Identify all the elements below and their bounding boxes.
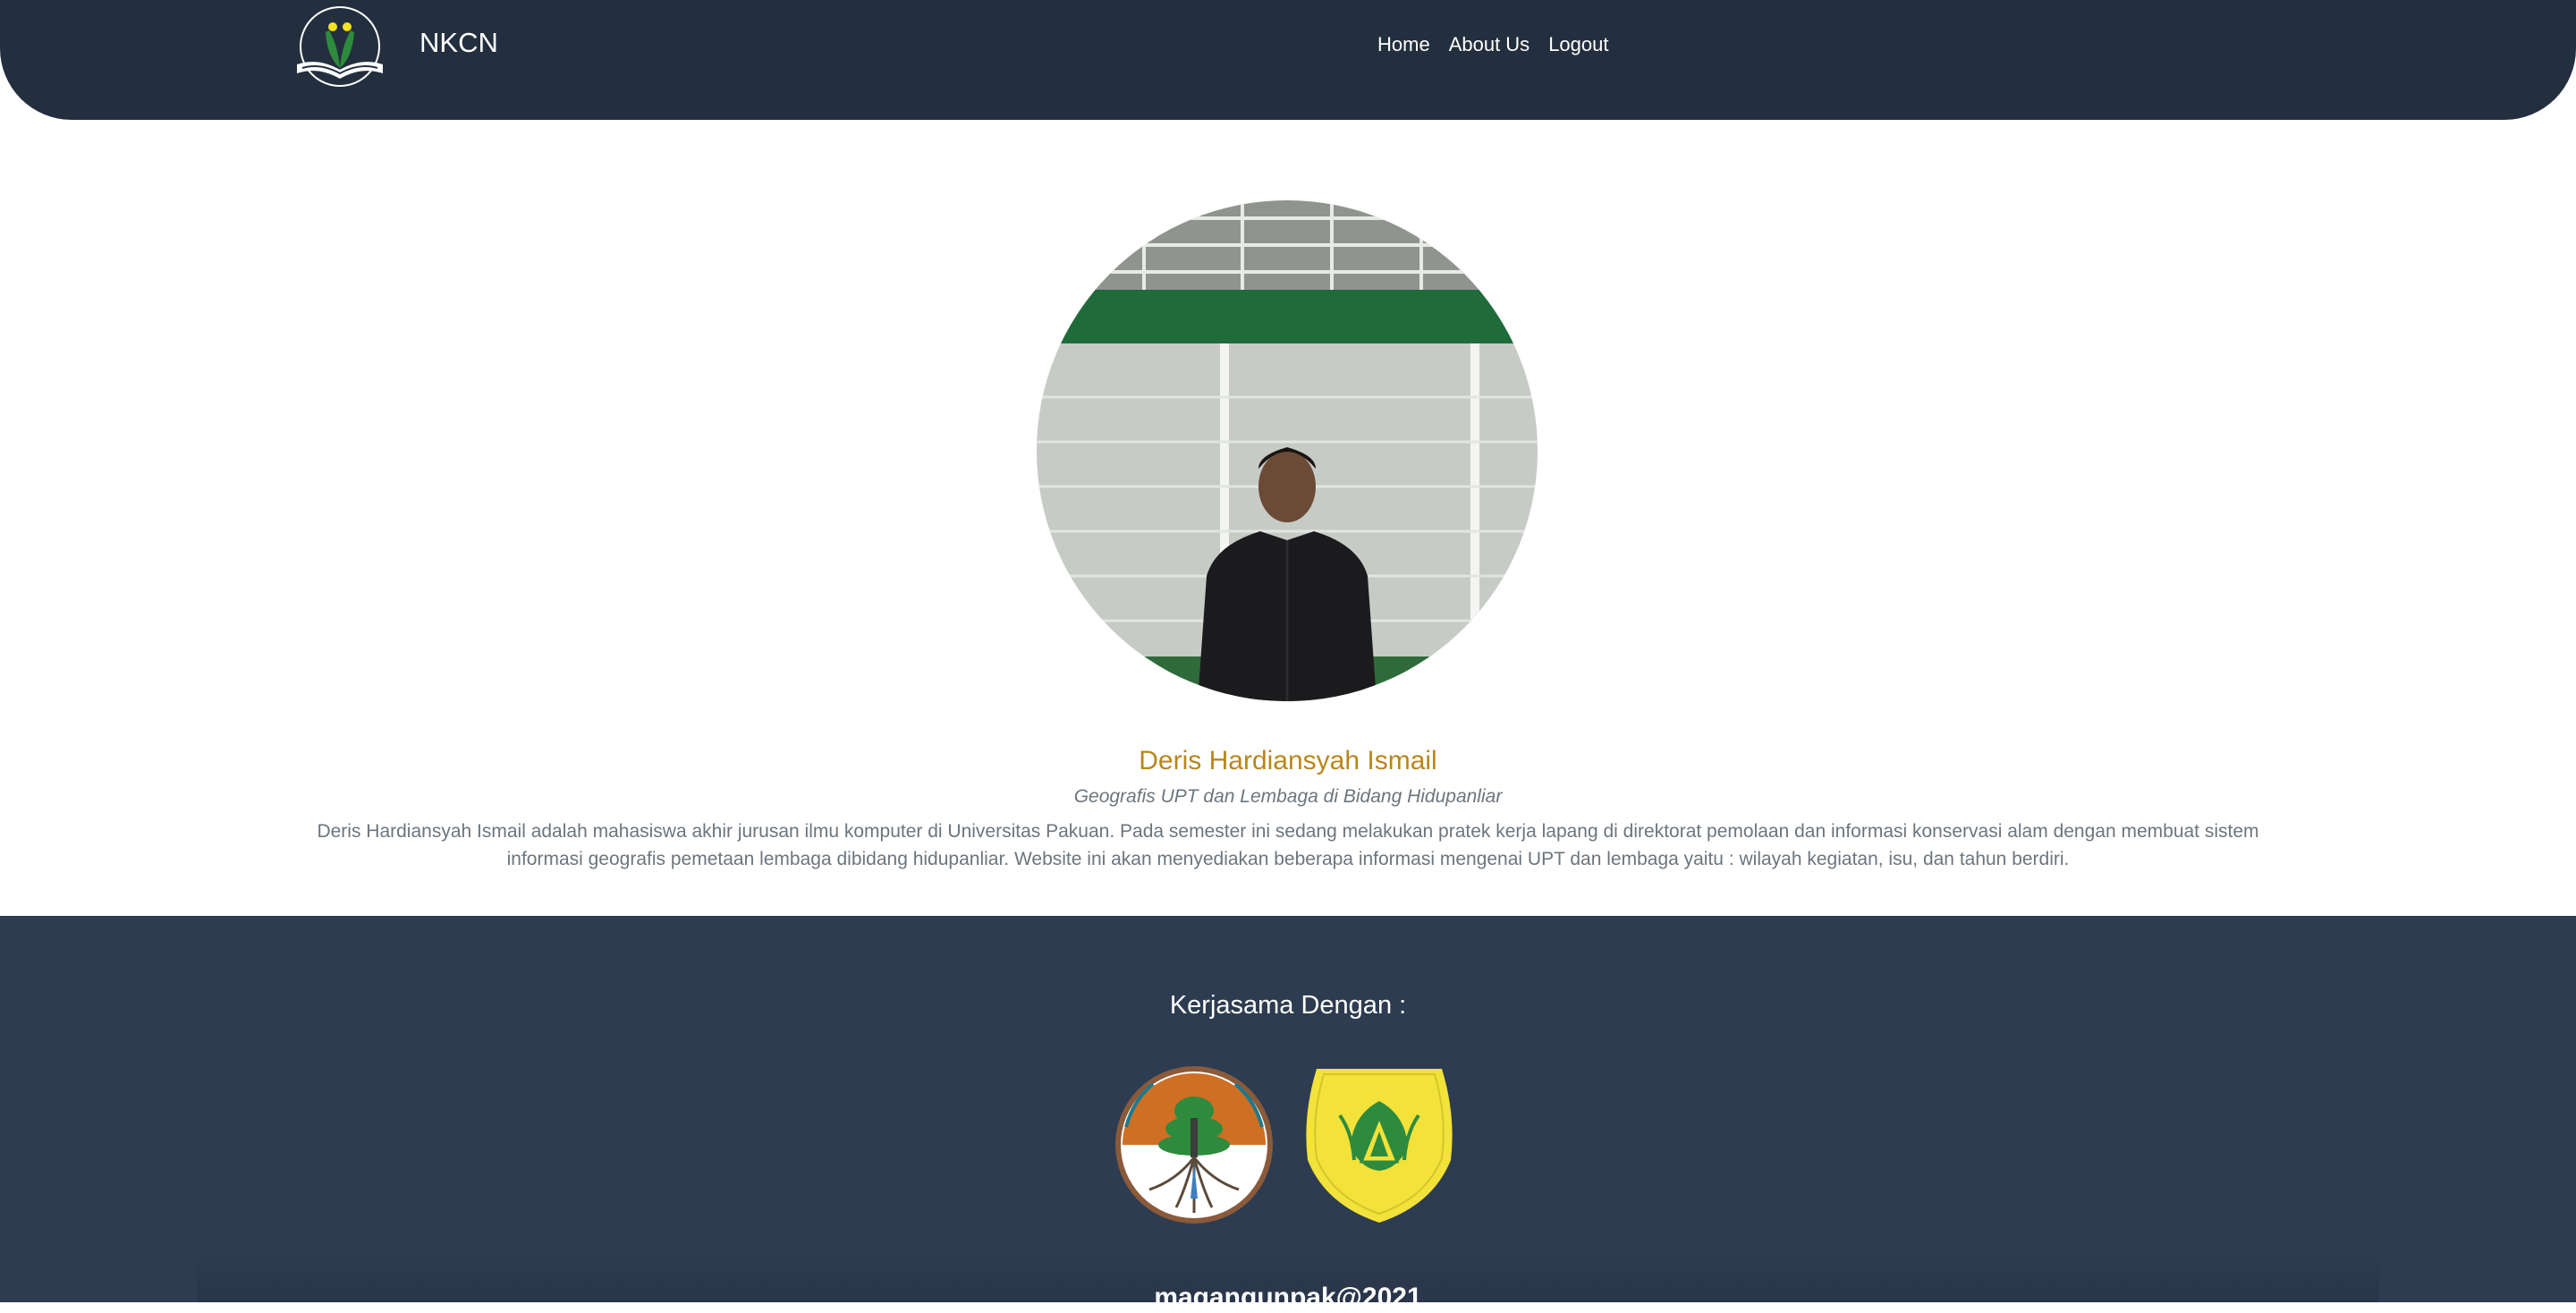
nav-logout-link[interactable]: Logout [1548, 33, 1608, 56]
profile-name: Deris Hardiansyah Ismail [1139, 746, 1437, 775]
nav-home-link[interactable]: Home [1377, 33, 1430, 56]
klhk-emblem-icon [1114, 1064, 1275, 1225]
universitas-pakuan-seal-icon [1299, 1062, 1460, 1223]
navbar: NKCN Home About Us Logout [0, 0, 2576, 120]
profile-photo [1037, 200, 1538, 701]
nav-links: Home About Us Logout [1377, 33, 1608, 56]
footer: Kerjasama Dengan : magangunpak@2021 [0, 916, 2576, 1312]
nav-about-us-link[interactable]: About Us [1449, 33, 1530, 56]
profile-role: Geografis UPT dan Lembaga di Bidang Hidu… [1073, 786, 1503, 807]
brand-logo-icon[interactable] [293, 5, 386, 88]
footer-title: Kerjasama Dengan : [1169, 991, 1407, 1020]
profile-bio: Deris Hardiansyah Ismail adalah mahasisw… [317, 821, 2259, 869]
copyright-text: magangunpak@2021 [1154, 1283, 1422, 1312]
brand-name[interactable]: NKCN [419, 27, 498, 59]
